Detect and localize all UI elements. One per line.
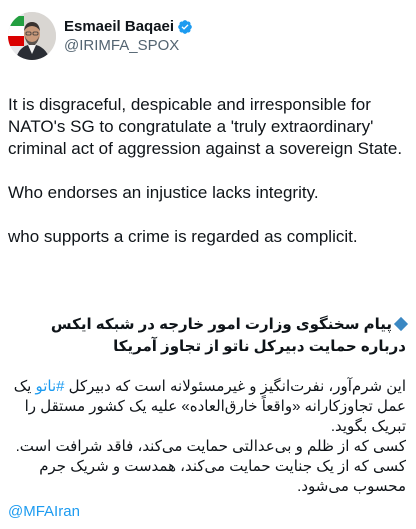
tweet-paragraph: It is disgraceful, despicable and irresp… xyxy=(8,95,403,158)
author-display-name[interactable]: Esmaeil Baqaei xyxy=(64,18,174,35)
persian-body: این شرم‌آور، نفرت‌انگیز و غیرمسئولانه اس… xyxy=(8,377,406,497)
tweet-paragraph: who supports a crime is regarded as comp… xyxy=(8,227,358,246)
persian-paragraph: این شرم‌آور، نفرت‌انگیز و غیرمسئولانه اس… xyxy=(8,377,406,437)
mention-link[interactable]: @MFAIran xyxy=(8,503,80,520)
avatar-image xyxy=(8,12,56,60)
hashtag-link[interactable]: #ناتو xyxy=(36,378,65,395)
author-info: Esmaeil Baqaei @IRIMFA_SPOX xyxy=(64,18,193,54)
verified-badge-icon[interactable] xyxy=(177,19,193,35)
tweet-paragraph: Who endorses an injustice lacks integrit… xyxy=(8,183,319,202)
persian-headline: پیام سخنگوی وزارت امور خارجه در شبکه ایک… xyxy=(8,314,409,358)
author-handle[interactable]: @IRIMFA_SPOX xyxy=(64,37,193,54)
tweet-text-english: It is disgraceful, despicable and irresp… xyxy=(8,94,408,270)
persian-headline-text: پیام سخنگوی وزارت امور خارجه در شبکه ایک… xyxy=(50,316,406,355)
persian-paragraph: کسی که از ظلم و بی‌عدالتی حمایت می‌کند، … xyxy=(15,438,406,455)
persian-paragraph: کسی که از یک جنایت حمایت می‌کند، همدست و… xyxy=(39,458,406,495)
tweet-header: Esmaeil Baqaei @IRIMFA_SPOX xyxy=(8,8,408,64)
blue-diamond-icon xyxy=(393,316,409,332)
avatar[interactable] xyxy=(8,12,56,60)
persian-text: این شرم‌آور، نفرت‌انگیز و غیرمسئولانه اس… xyxy=(64,378,406,395)
